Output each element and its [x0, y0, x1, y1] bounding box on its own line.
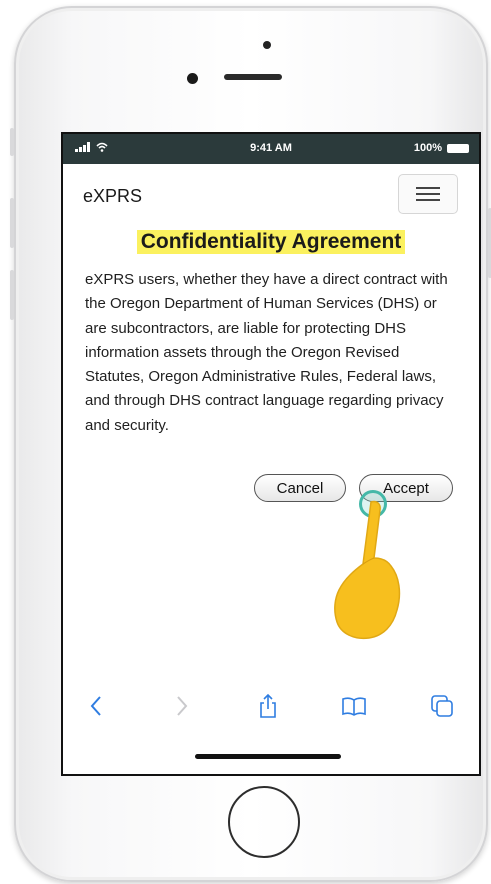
app-title: eXPRS	[83, 186, 143, 206]
status-bar: 9:41 AM 100%	[63, 134, 479, 164]
menu-line-icon	[416, 193, 440, 195]
phone-screen: 9:41 AM 100% eXPRS Confidentiality Agree…	[61, 132, 481, 776]
home-button[interactable]	[228, 786, 300, 858]
menu-line-icon	[416, 187, 440, 189]
menu-line-icon	[416, 199, 440, 201]
forward-icon[interactable]	[165, 692, 199, 720]
battery-icon	[447, 143, 469, 153]
earpiece-speaker	[224, 74, 282, 80]
agreement-heading-container: Confidentiality Agreement	[63, 230, 479, 254]
proximity-sensor	[263, 41, 271, 49]
back-icon[interactable]	[79, 692, 113, 720]
volume-up-button	[10, 198, 14, 248]
tabs-icon[interactable]	[425, 692, 459, 720]
pointing-hand-icon	[334, 500, 401, 640]
browser-toolbar	[63, 682, 479, 732]
share-icon[interactable]	[251, 692, 285, 720]
agreement-heading: Confidentiality Agreement	[136, 230, 406, 254]
home-indicator	[195, 754, 341, 759]
status-right: 100%	[414, 142, 469, 154]
mute-switch	[10, 128, 14, 156]
battery-percent: 100%	[413, 142, 442, 154]
front-camera	[187, 73, 198, 84]
agreement-body: eXPRS users, whether they have a direct …	[85, 271, 448, 434]
volume-down-button	[10, 270, 14, 320]
hamburger-menu-button[interactable]	[398, 174, 458, 214]
phone-frame: 9:41 AM 100% eXPRS Confidentiality Agree…	[10, 6, 491, 882]
bookmarks-icon[interactable]	[337, 692, 371, 720]
